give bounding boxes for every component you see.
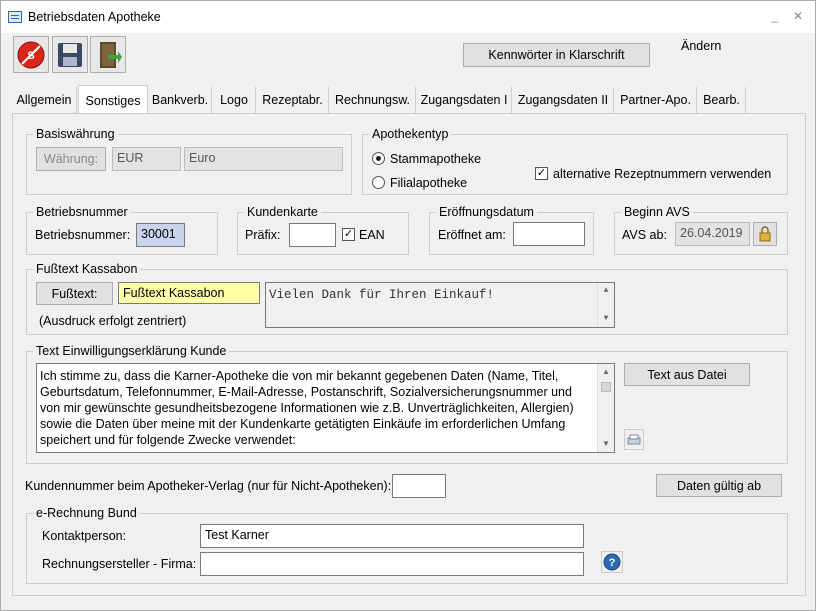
tab-allgemein[interactable]: Allgemein	[12, 87, 77, 113]
tab-bearb[interactable]: Bearb.	[698, 87, 746, 113]
firm-label: Rechnungsersteller - Firma:	[42, 557, 197, 571]
tab-rezeptabr[interactable]: Rezeptabr.	[257, 87, 329, 113]
group-title: Text Einwilligungserklärung Kunde	[33, 344, 230, 358]
group-title: e-Rechnung Bund	[33, 506, 140, 520]
radio-label: Filialapotheke	[390, 176, 468, 190]
mode-label: Ändern	[681, 39, 722, 53]
fusstext-button[interactable]: Fußtext:	[36, 282, 113, 305]
checkbox-label: alternative Rezeptnummern verwenden	[553, 167, 772, 181]
tab-bankverb[interactable]: Bankverb.	[149, 87, 212, 113]
app-icon	[8, 11, 22, 23]
svg-text:?: ?	[609, 557, 616, 569]
tab-partner-apo[interactable]: Partner-Apo.	[615, 87, 697, 113]
delete-button[interactable]: S	[13, 36, 49, 73]
eroeffnet-label: Eröffnet am:	[438, 228, 506, 242]
kundennummer-label: Kundennummer beim Apotheker-Verlag (nur …	[25, 479, 392, 493]
prefix-label: Präfix:	[245, 228, 281, 242]
radio-filialapotheke[interactable]	[372, 176, 385, 189]
group-title: Fußtext Kassabon	[33, 262, 141, 276]
fusstext-note: (Ausdruck erfolgt zentriert)	[39, 314, 187, 328]
kundennummer-field[interactable]	[392, 474, 446, 498]
window: Betriebsdaten Apotheke _ ✕ S Kennwörter …	[0, 0, 816, 611]
betriebsnummer-label: Betriebsnummer:	[35, 228, 131, 242]
contact-field[interactable]: Test Karner	[200, 524, 584, 548]
window-title: Betriebsdaten Apotheke	[28, 10, 161, 24]
eroeffnet-field[interactable]	[513, 222, 585, 246]
exit-button[interactable]	[90, 36, 126, 73]
save-button[interactable]	[52, 36, 88, 73]
text-from-file-button[interactable]: Text aus Datei	[624, 363, 750, 386]
radio-label: Stammapotheke	[390, 152, 482, 166]
group-title: Beginn AVS	[621, 205, 693, 219]
delete-icon: S	[17, 41, 45, 68]
tab-rechnungsw[interactable]: Rechnungsw.	[330, 87, 416, 113]
tab-zugangsdaten-1[interactable]: Zugangsdaten I	[417, 87, 512, 113]
tab-zugangsdaten-2[interactable]: Zugangsdaten II	[513, 87, 614, 113]
currency-name-field[interactable]: Euro	[184, 147, 343, 171]
firm-field[interactable]	[200, 552, 584, 576]
radio-stammapotheke[interactable]	[372, 152, 385, 165]
group-title: Apothekentyp	[369, 127, 452, 141]
betriebsnummer-field[interactable]: 30001	[136, 223, 185, 247]
scroll-down-icon[interactable]: ▼	[598, 436, 614, 452]
avs-label: AVS ab:	[622, 228, 667, 242]
currency-code-field[interactable]: EUR	[112, 147, 181, 171]
scroll-thumb[interactable]	[601, 382, 611, 392]
lock-icon	[759, 226, 771, 242]
floppy-icon	[58, 42, 82, 67]
help-button[interactable]: ?	[601, 551, 623, 573]
group-title: Kundenkarte	[244, 205, 321, 219]
einwilligung-text: Ich stimme zu, dass die Karner-Apotheke …	[40, 369, 574, 447]
scroll-up-icon[interactable]: ▲	[598, 283, 614, 299]
close-button[interactable]: ✕	[788, 7, 808, 25]
currency-button[interactable]: Währung:	[36, 147, 106, 171]
scroll-up-icon[interactable]: ▲	[598, 364, 614, 380]
group-title: Betriebsnummer	[33, 205, 131, 219]
title-bar: Betriebsdaten Apotheke _ ✕	[1, 1, 815, 33]
ean-label: EAN	[359, 228, 385, 242]
avs-lock-button[interactable]	[753, 222, 777, 246]
print-button[interactable]	[624, 429, 644, 450]
help-icon: ?	[603, 553, 621, 571]
fusstext-preview[interactable]: Vielen Dank für Ihren Einkauf! ▲ ▼	[265, 282, 615, 328]
prefix-field[interactable]	[289, 223, 336, 247]
plaintext-passwords-button[interactable]: Kennwörter in Klarschrift	[463, 43, 650, 67]
group-title: Eröffnungsdatum	[436, 205, 537, 219]
scrollbar[interactable]: ▲ ▼	[597, 364, 614, 452]
exit-door-icon	[100, 41, 122, 68]
data-valid-from-button[interactable]: Daten gültig ab	[656, 474, 782, 497]
minimize-button[interactable]: _	[765, 7, 785, 25]
alt-rezeptnummern-checkbox[interactable]: ✓	[535, 167, 548, 180]
scrollbar[interactable]: ▲ ▼	[597, 283, 614, 327]
einwilligung-textarea[interactable]: Ich stimme zu, dass die Karner-Apotheke …	[36, 363, 615, 453]
fusstext-preview-text: Vielen Dank für Ihren Einkauf!	[269, 288, 495, 302]
group-title: Basiswährung	[33, 127, 118, 141]
fusstext-field[interactable]: Fußtext Kassabon	[118, 282, 260, 304]
tab-logo[interactable]: Logo	[213, 87, 256, 113]
printer-icon	[627, 434, 641, 444]
avs-date-field[interactable]: 26.04.2019	[675, 222, 750, 246]
ean-checkbox[interactable]: ✓	[342, 228, 355, 241]
contact-label: Kontaktperson:	[42, 529, 127, 543]
scroll-down-icon[interactable]: ▼	[598, 311, 614, 327]
tab-sonstiges[interactable]: Sonstiges	[78, 85, 148, 114]
